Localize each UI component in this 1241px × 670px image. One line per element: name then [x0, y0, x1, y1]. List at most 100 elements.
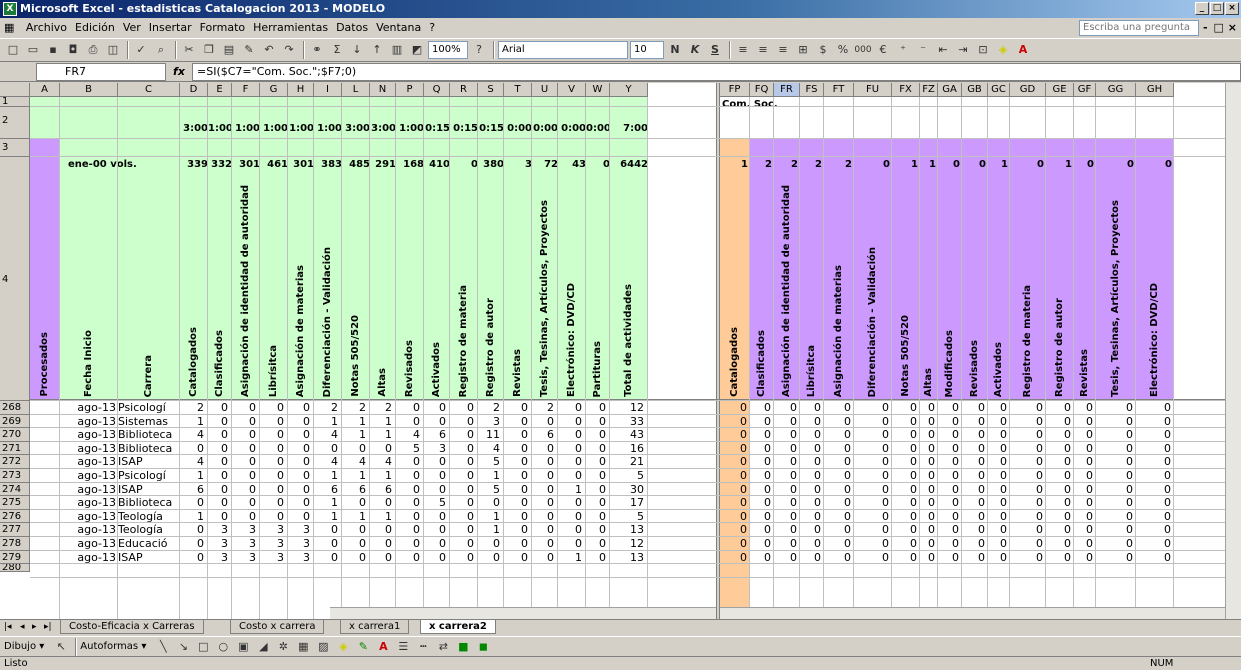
- value-cell[interactable]: 0: [232, 455, 260, 469]
- value-cell[interactable]: 0: [396, 537, 424, 551]
- row-header[interactable]: 268: [0, 401, 30, 415]
- shadow-icon[interactable]: ■: [454, 638, 472, 656]
- value-cell[interactable]: 0: [1010, 469, 1046, 483]
- time-cell[interactable]: 0:00: [558, 123, 586, 134]
- value-cell[interactable]: 5: [424, 496, 450, 510]
- value-cell[interactable]: 0: [260, 415, 288, 429]
- increase-indent-icon[interactable]: ⇥: [954, 41, 972, 59]
- value-cell[interactable]: 0: [450, 523, 478, 537]
- value-cell[interactable]: 0: [854, 523, 892, 537]
- value-cell[interactable]: 0: [504, 415, 532, 429]
- value-cell[interactable]: 0: [208, 483, 232, 497]
- 3d-icon[interactable]: ◼: [474, 638, 492, 656]
- time-cell[interactable]: 7:00: [610, 123, 648, 134]
- value-cell[interactable]: 0: [920, 401, 938, 415]
- value-cell[interactable]: 0: [532, 469, 558, 483]
- row-header[interactable]: 274: [0, 482, 30, 497]
- value-cell[interactable]: 0: [232, 442, 260, 456]
- column-title[interactable]: Fecha Inicio: [83, 330, 94, 397]
- maximize-button[interactable]: □: [1210, 2, 1224, 15]
- date-cell[interactable]: ago-13: [60, 469, 118, 483]
- column-title[interactable]: Total de actividades: [623, 284, 634, 397]
- value-cell[interactable]: 17: [610, 496, 648, 510]
- column-title[interactable]: Revistas: [512, 349, 523, 397]
- value-cell[interactable]: 0: [824, 442, 854, 456]
- column-title[interactable]: Notas 505/520: [350, 315, 361, 397]
- column-header[interactable]: FR: [774, 83, 800, 97]
- value-cell[interactable]: 0: [988, 483, 1010, 497]
- line-color-icon[interactable]: ✎: [354, 638, 372, 656]
- column-header[interactable]: N: [370, 83, 396, 97]
- column-header[interactable]: FX: [892, 83, 920, 97]
- date-cell[interactable]: ago-13: [60, 551, 118, 565]
- value-cell[interactable]: 0: [800, 401, 824, 415]
- value-cell[interactable]: 0: [962, 428, 988, 442]
- value-cell[interactable]: 0: [938, 415, 962, 429]
- value-cell[interactable]: 0: [800, 442, 824, 456]
- currency-icon[interactable]: $: [814, 41, 832, 59]
- value-cell[interactable]: 0: [504, 483, 532, 497]
- column-header[interactable]: GC: [988, 83, 1010, 97]
- value-cell[interactable]: 1: [342, 510, 370, 524]
- value-cell[interactable]: 0: [774, 510, 800, 524]
- value-cell[interactable]: 6: [342, 483, 370, 497]
- value-cell[interactable]: 0: [450, 483, 478, 497]
- time-cell[interactable]: 0:00: [504, 123, 532, 134]
- time-cell[interactable]: 0:15: [450, 123, 478, 134]
- font-color-draw-icon[interactable]: A: [374, 638, 392, 656]
- value-cell[interactable]: 0: [1046, 483, 1074, 497]
- value-cell[interactable]: 0: [396, 415, 424, 429]
- diagram-icon[interactable]: ✲: [274, 638, 292, 656]
- value-cell[interactable]: 0: [342, 442, 370, 456]
- autosum-icon[interactable]: Σ: [328, 41, 346, 59]
- value-cell[interactable]: 0: [962, 510, 988, 524]
- value-cell[interactable]: 3: [478, 415, 504, 429]
- insert-function-icon[interactable]: fx: [166, 65, 192, 78]
- value-cell[interactable]: 0: [962, 401, 988, 415]
- column-header[interactable]: GA: [938, 83, 962, 97]
- column-header[interactable]: T: [504, 83, 532, 97]
- value-cell[interactable]: 0: [396, 510, 424, 524]
- permission-icon[interactable]: ◘: [64, 41, 82, 59]
- draw-menu[interactable]: Dibujo ▾: [4, 641, 44, 652]
- row-header[interactable]: 279: [0, 550, 30, 565]
- value-cell[interactable]: 0: [208, 401, 232, 415]
- value-cell[interactable]: 0: [370, 523, 396, 537]
- value-cell[interactable]: 0: [558, 401, 586, 415]
- value-cell[interactable]: 1: [314, 496, 342, 510]
- value-cell[interactable]: 6: [424, 428, 450, 442]
- value-cell[interactable]: 0: [342, 523, 370, 537]
- value-cell[interactable]: 0: [1074, 496, 1096, 510]
- career-cell[interactable]: Sistemas: [118, 415, 180, 429]
- value-cell[interactable]: 0: [478, 496, 504, 510]
- column-title[interactable]: Asignación de materias: [833, 265, 844, 397]
- value-cell[interactable]: 0: [288, 428, 314, 442]
- value-cell[interactable]: 0: [892, 483, 920, 497]
- font-color-icon[interactable]: A: [1014, 41, 1032, 59]
- column-title[interactable]: Carrera: [143, 355, 154, 397]
- value-cell[interactable]: 0: [180, 551, 208, 565]
- drawing-icon[interactable]: ◩: [408, 41, 426, 59]
- help-question-input[interactable]: Escriba una pregunta: [1079, 20, 1199, 36]
- value-cell[interactable]: 0: [532, 537, 558, 551]
- career-cell[interactable]: Biblioteca: [118, 496, 180, 510]
- value-cell[interactable]: 0: [288, 415, 314, 429]
- value-cell[interactable]: 0: [774, 442, 800, 456]
- value-cell[interactable]: 0: [586, 469, 610, 483]
- value-cell[interactable]: 1: [314, 415, 342, 429]
- summary-cell[interactable]: 0: [1136, 159, 1174, 170]
- row-header[interactable]: 277: [0, 523, 30, 537]
- value-cell[interactable]: 4: [396, 428, 424, 442]
- value-cell[interactable]: 1: [180, 510, 208, 524]
- value-cell[interactable]: 0: [1010, 428, 1046, 442]
- value-cell[interactable]: 0: [1010, 523, 1046, 537]
- column-header[interactable]: FT: [824, 83, 854, 97]
- value-cell[interactable]: 0: [892, 401, 920, 415]
- value-cell[interactable]: 0: [962, 483, 988, 497]
- summary-cell[interactable]: 2: [774, 159, 800, 170]
- value-cell[interactable]: 0: [824, 428, 854, 442]
- value-cell[interactable]: 30: [610, 483, 648, 497]
- value-cell[interactable]: 0: [288, 483, 314, 497]
- column-title[interactable]: Registro de autor: [485, 298, 496, 397]
- value-cell[interactable]: 0: [288, 496, 314, 510]
